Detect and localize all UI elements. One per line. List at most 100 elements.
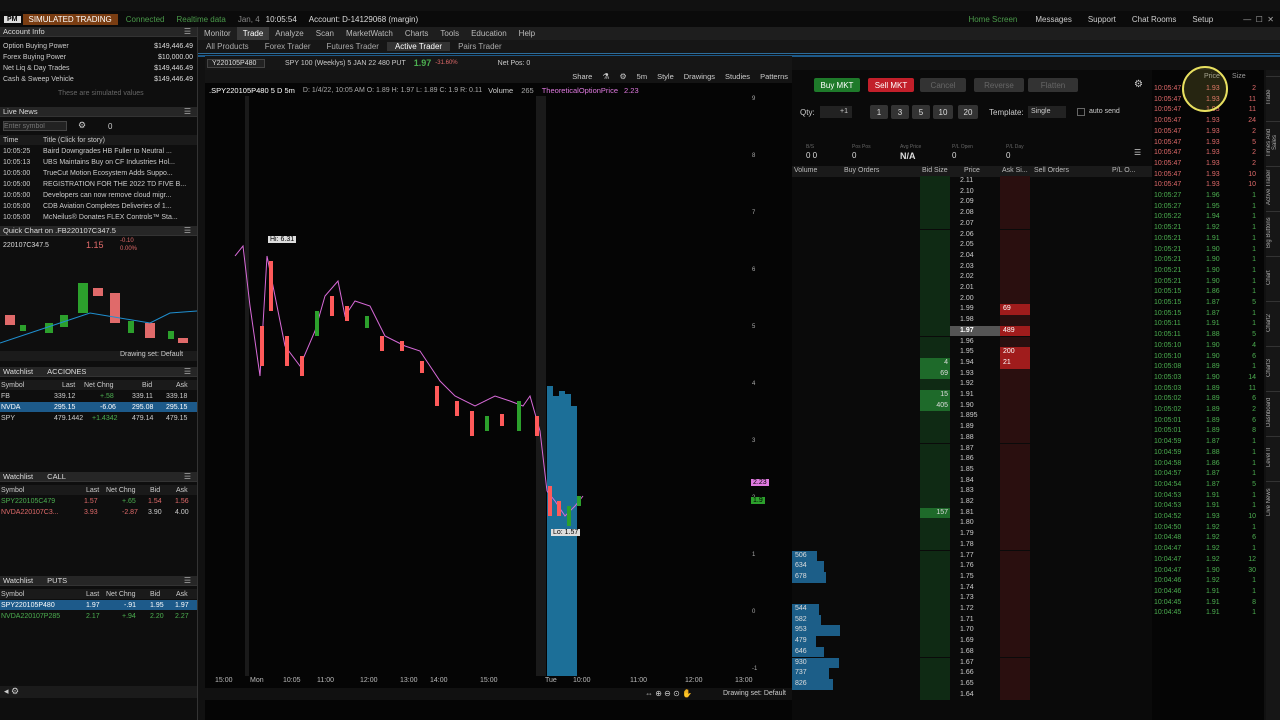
ask-cell-bg[interactable] bbox=[1000, 336, 1030, 348]
news-item[interactable]: 10:05:25 Baird Downgrades HB Fuller to Ne… bbox=[0, 146, 197, 156]
gear-icon[interactable]: ⚙ bbox=[11, 686, 19, 696]
reverse-button[interactable]: Reverse bbox=[974, 78, 1024, 92]
ladder-row[interactable]: 2.06 bbox=[792, 229, 1152, 241]
ladder-row[interactable]: 2.10 bbox=[792, 186, 1152, 198]
price-chart[interactable] bbox=[205, 96, 775, 676]
ask-cell-bg[interactable] bbox=[1000, 368, 1030, 380]
side-tab[interactable]: Level II bbox=[1266, 436, 1280, 478]
tab-all-products[interactable]: All Products bbox=[198, 42, 257, 51]
bid-cell-bg[interactable] bbox=[920, 432, 950, 444]
ask-cell-bg[interactable] bbox=[1000, 561, 1030, 572]
side-tab[interactable]: Dashboard bbox=[1266, 391, 1280, 433]
ladder-row[interactable]: 1.89 bbox=[792, 422, 1152, 433]
news-item[interactable]: 10:05:00 Developers can now remove cloud … bbox=[0, 190, 197, 200]
ask-cell-bg[interactable] bbox=[1000, 229, 1030, 241]
bid-cell-bg[interactable] bbox=[920, 293, 950, 305]
ladder-row[interactable]: 2.11 bbox=[792, 176, 1152, 187]
bid-cell-bg[interactable] bbox=[920, 571, 950, 583]
menu-marketwatch[interactable]: MarketWatch bbox=[340, 27, 399, 40]
ladder-row[interactable]: 1.64 bbox=[792, 689, 1152, 701]
news-symbol-input[interactable] bbox=[3, 121, 67, 131]
ladder-row[interactable]: 2.01 bbox=[792, 283, 1152, 294]
ladder-row[interactable]: 405 1.90 bbox=[792, 400, 1152, 412]
menu-icon[interactable]: ☰ bbox=[184, 27, 191, 36]
watchlist-row[interactable]: SPY220105C479 1.57 +.65 1.54 1.56 bbox=[0, 496, 197, 506]
ladder-row[interactable]: 69 1.99 bbox=[792, 304, 1152, 316]
bid-cell-bg[interactable] bbox=[920, 646, 950, 658]
ladder-row[interactable]: 479 1.69 bbox=[792, 636, 1152, 647]
ladder-row[interactable]: 1.88 bbox=[792, 432, 1152, 444]
ask-cell-bg[interactable] bbox=[1000, 614, 1030, 626]
ladder-row[interactable]: 1.895 bbox=[792, 411, 1152, 423]
bid-cell-bg[interactable] bbox=[920, 186, 950, 198]
bid-cell-bg[interactable] bbox=[920, 497, 950, 508]
menu-icon[interactable]: ☰ bbox=[184, 367, 191, 376]
share-button[interactable]: Share bbox=[572, 72, 592, 81]
ladder-row[interactable]: 1.82 bbox=[792, 497, 1152, 508]
bid-cell-bg[interactable] bbox=[920, 518, 950, 530]
ladder-row[interactable]: 930 1.67 bbox=[792, 657, 1152, 669]
bid-cell-bg[interactable] bbox=[920, 379, 950, 390]
quickchart-symbol[interactable]: 220107C347.5 bbox=[3, 242, 49, 249]
bid-cell-bg[interactable] bbox=[920, 625, 950, 637]
ladder-row[interactable]: 953 1.70 bbox=[792, 625, 1152, 637]
ask-cell-bg[interactable] bbox=[1000, 486, 1030, 497]
watchlist-acciones-header[interactable]: Watchlist ACCIONES ☰ bbox=[0, 367, 197, 377]
zoom-controls[interactable]: ⇔ ⊕ ⊖ ⊙ ✋ bbox=[645, 689, 692, 698]
bid-cell-bg[interactable] bbox=[920, 240, 950, 251]
ask-cell-bg[interactable] bbox=[1000, 657, 1030, 669]
ask-cell-bg[interactable] bbox=[1000, 293, 1030, 305]
auto-send-checkbox[interactable] bbox=[1077, 108, 1085, 116]
ask-cell-bg[interactable] bbox=[1000, 604, 1030, 615]
ladder-row[interactable]: 506 1.77 bbox=[792, 550, 1152, 562]
side-tab[interactable]: Trade bbox=[1266, 76, 1280, 118]
bid-cell-bg[interactable] bbox=[920, 304, 950, 316]
watchlist-call-header[interactable]: Watchlist CALL ☰ bbox=[0, 472, 197, 482]
qty-1-button[interactable]: 1 bbox=[870, 105, 888, 119]
bid-cell-bg[interactable] bbox=[920, 325, 950, 337]
ask-cell-bg[interactable] bbox=[1000, 593, 1030, 604]
bid-cell-bg[interactable] bbox=[920, 668, 950, 679]
ladder-row[interactable]: 737 1.66 bbox=[792, 668, 1152, 679]
ladder-row[interactable]: 1.79 bbox=[792, 529, 1152, 540]
ask-cell-bg[interactable] bbox=[1000, 176, 1030, 187]
news-item[interactable]: 10:05:13 UBS Maintains Buy on CF Industri… bbox=[0, 157, 197, 167]
ask-cell-bg[interactable] bbox=[1000, 422, 1030, 433]
timeframe-selector[interactable]: 5m bbox=[637, 72, 647, 81]
template-select[interactable]: Single bbox=[1028, 106, 1066, 118]
ladder-row[interactable]: 2.02 bbox=[792, 272, 1152, 283]
watchlist-row[interactable]: NVDA220107C3... 3.93 -2.87 3.90 4.00 bbox=[0, 507, 197, 517]
tab-pairs-trader[interactable]: Pairs Trader bbox=[450, 42, 510, 51]
ladder-menu-icon[interactable]: ☰ bbox=[1134, 148, 1141, 157]
ladder-row[interactable]: 69 1.93 bbox=[792, 368, 1152, 380]
ask-cell-bg[interactable] bbox=[1000, 625, 1030, 637]
menu-icon[interactable]: ☰ bbox=[184, 576, 191, 585]
ladder-row[interactable]: 1.86 bbox=[792, 454, 1152, 465]
ask-cell-bg[interactable] bbox=[1000, 571, 1030, 583]
chat-rooms-link[interactable]: Chat Rooms bbox=[1132, 15, 1176, 24]
bid-cell-bg[interactable] bbox=[920, 486, 950, 497]
menu-trade[interactable]: Trade bbox=[236, 27, 270, 40]
watchlist-row[interactable]: NVDA220107P285 2.17 +.94 2.20 2.27 bbox=[0, 611, 197, 621]
ask-cell-bg[interactable] bbox=[1000, 518, 1030, 530]
tab-forex-trader[interactable]: Forex Trader bbox=[257, 42, 319, 51]
quick-chart-header[interactable]: Quick Chart on .FB220107C347.5 ☰ bbox=[0, 226, 197, 236]
watchlist-row[interactable]: FB 339.12 +.58 339.11 339.18 bbox=[0, 391, 197, 401]
bid-cell-bg[interactable] bbox=[920, 250, 950, 262]
ask-cell-bg[interactable] bbox=[1000, 668, 1030, 679]
ladder-row[interactable]: 1.78 bbox=[792, 539, 1152, 551]
ladder-row[interactable]: 1.96 bbox=[792, 336, 1152, 348]
bid-cell-bg[interactable] bbox=[920, 689, 950, 701]
ladder-row[interactable]: 1.85 bbox=[792, 464, 1152, 476]
ask-cell-bg[interactable] bbox=[1000, 390, 1030, 401]
bid-cell-bg[interactable] bbox=[920, 678, 950, 690]
bid-cell-bg[interactable] bbox=[920, 283, 950, 294]
ladder-row[interactable]: 2.03 bbox=[792, 261, 1152, 273]
ask-cell-bg[interactable] bbox=[1000, 272, 1030, 283]
qty-input[interactable]: +1 bbox=[820, 106, 852, 118]
ask-cell-bg[interactable] bbox=[1000, 197, 1030, 209]
bid-cell-bg[interactable] bbox=[920, 475, 950, 487]
bid-cell-bg[interactable] bbox=[920, 315, 950, 326]
menu-tools[interactable]: Tools bbox=[434, 27, 465, 40]
bid-cell-bg[interactable] bbox=[920, 336, 950, 348]
